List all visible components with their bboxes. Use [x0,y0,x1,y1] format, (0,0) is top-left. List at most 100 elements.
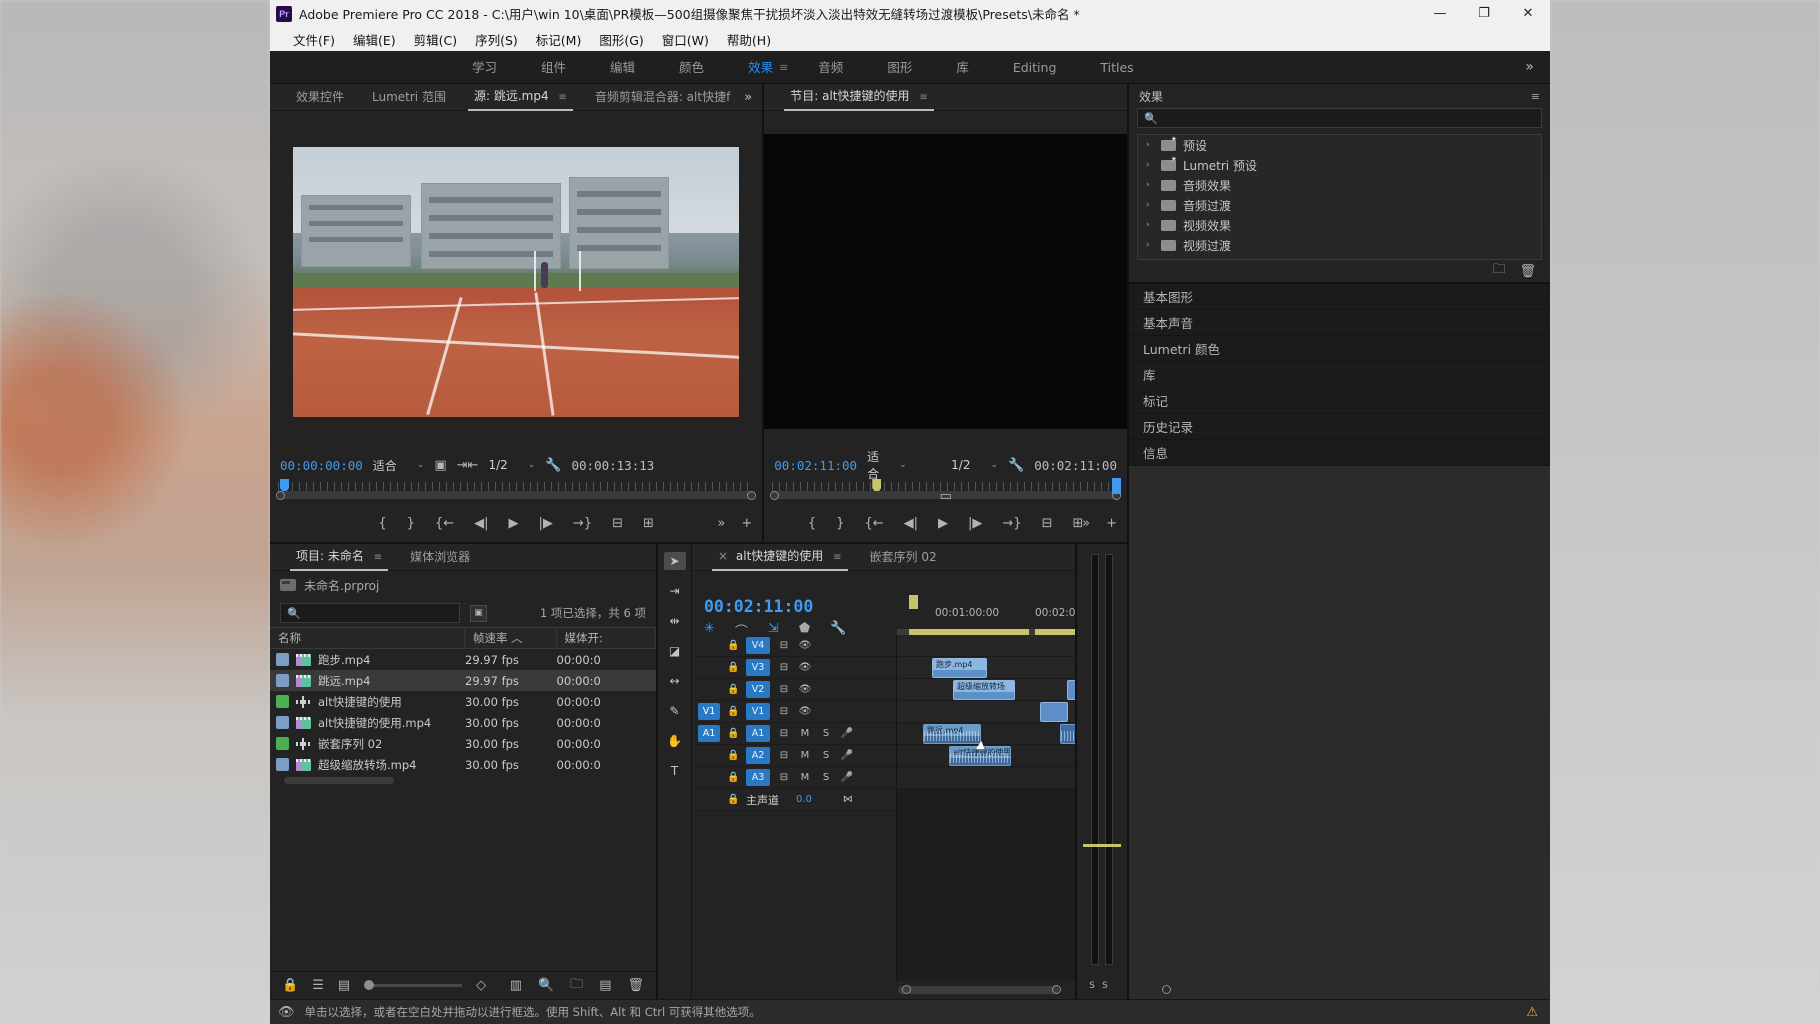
sync-lock-icon[interactable]: ⊟ [777,684,791,695]
microphone-icon[interactable]: 🎤 [840,728,854,739]
new-bin-icon[interactable]: 🗀 [570,975,583,997]
lock-icon[interactable]: 🔒 [727,706,739,717]
workspace-tab-libraries[interactable]: 库 [934,51,991,84]
zoom-slider-knob[interactable] [364,980,375,990]
chevron-right-icon[interactable]: › [1146,240,1154,250]
microphone-icon[interactable]: 🎤 [840,750,854,761]
go-to-in-icon[interactable]: {← [435,516,454,531]
track-name-v3[interactable]: V3 [746,659,770,676]
track-output-eye-icon[interactable]: 👁 [798,662,812,673]
source-patch-v3[interactable] [698,659,720,676]
thumbnail-zoom-slider[interactable] [364,980,463,990]
chevron-right-icon[interactable]: › [1146,140,1154,150]
lock-icon[interactable]: 🔒 [727,684,739,695]
effects-search-input[interactable]: 🔍 [1137,108,1542,128]
source-video-stage[interactable] [270,111,763,452]
solo-track-button[interactable]: S [819,772,833,783]
effects-item-lumetri-presets[interactable]: › Lumetri 预设 [1138,155,1541,175]
panel-tab-lumetri-color[interactable]: Lumetri 颜色 [1129,336,1550,362]
menu-graphics[interactable]: 图形(G) [590,28,652,51]
timeline-clip[interactable]: 跑步.mp4 [932,658,987,678]
export-frame-camera-icon[interactable]: ▭ [939,489,951,504]
tab-source-monitor[interactable]: 源: 跳远.mp4 ≡ [460,83,581,111]
chevron-right-icon[interactable]: › [1146,180,1154,190]
track-output-eye-icon[interactable]: 👁 [798,684,812,695]
wrench-icon[interactable]: 🔧 [545,458,561,473]
table-row[interactable]: alt快捷键的使用 30.00 fps 00:00:0 [270,691,656,712]
mute-track-button[interactable]: M [798,772,812,783]
panel-tab-info[interactable]: 信息 [1129,440,1550,466]
track-header-v3[interactable]: 🔒 V3 ⊟ 👁 [692,657,896,679]
chevron-right-icon[interactable]: › [1146,160,1154,170]
source-transport-overflow-icon[interactable]: » [717,516,725,531]
project-horizontal-scrollbar[interactable] [284,777,394,784]
source-scrub-area[interactable] [270,478,762,504]
source-zoom-handle-right[interactable] [747,491,757,500]
tab-project[interactable]: 项目: 未命名 ≡ [282,543,396,571]
track-name-v1[interactable]: V1 [746,703,770,720]
table-row[interactable]: 跳远.mp4 29.97 fps 00:00:0 [270,670,656,691]
icon-view-icon[interactable]: ▤ [338,978,350,993]
go-to-in-icon[interactable]: {← [864,516,883,531]
workspace-tab-learning[interactable]: 学习 [450,51,519,84]
program-video-stage[interactable] [764,111,1127,452]
wrench-icon[interactable]: 🔧 [1008,458,1024,473]
go-to-out-icon[interactable]: →} [573,516,592,531]
timeline-clip[interactable]: 跳远.mp4 [923,724,981,744]
ripple-edit-tool[interactable]: ⇹ [664,612,686,630]
table-row[interactable]: 超级缩放转场.mp4 30.00 fps 00:00:0 [270,754,656,775]
track-header-v2[interactable]: 🔒 V2 ⊟ 👁 [692,679,896,701]
lock-icon[interactable]: 🔒 [727,750,739,761]
find-icon[interactable]: 🔍 [538,975,554,997]
solo-track-button[interactable]: S [819,728,833,739]
source-resolution-dropdown[interactable]: 1/2 ⌄ [488,458,535,472]
panel-tab-essential-graphics[interactable]: 基本图形 [1129,284,1550,310]
solo-track-button[interactable]: S [819,750,833,761]
workspace-tab-audio[interactable]: 音频 [796,51,865,84]
timeline-canvas[interactable]: 跑步.mp4 超级缩放转场 跳远.mp4 [897,635,1075,981]
export-frame-icon[interactable]: ▣ [434,458,446,473]
timeline-playhead-timecode[interactable]: 00:02:11:00 [704,597,813,616]
menu-file[interactable]: 文件(F) [284,28,344,51]
program-current-timecode[interactable]: 00:02:11:00 [774,458,857,473]
menu-help[interactable]: 帮助(H) [718,28,780,51]
track-select-tool[interactable]: ⇥ [664,582,686,600]
panel-tab-essential-sound[interactable]: 基本声音 [1129,310,1550,336]
timeline-time-ruler[interactable]: 00:01:00:00 00:02:00:00 [897,595,1099,629]
effects-item-presets[interactable]: › 预设 [1138,135,1541,155]
selection-tool[interactable]: ➤ [663,552,686,570]
wrench-icon[interactable]: 🔧 [830,621,846,640]
play-icon[interactable]: ▶ [509,516,519,531]
tab-sequence-menu-icon[interactable]: ≡ [833,552,841,563]
overwrite-icon[interactable]: ⊞ [643,516,654,531]
source-patch-v2[interactable] [698,681,720,698]
tab-media-browser[interactable]: 媒体浏览器 [396,544,484,570]
maximize-button[interactable]: ❐ [1462,0,1506,27]
menu-sequence[interactable]: 序列(S) [466,28,527,51]
track-name-a1[interactable]: A1 [746,725,770,742]
tab-source-menu-icon[interactable]: ≡ [558,92,566,103]
tab-program-monitor[interactable]: 节目: alt快捷键的使用 ≡ [776,83,941,111]
track-name-a2[interactable]: A2 [746,747,770,764]
timeline-zoom-handle-left[interactable] [902,985,911,994]
lift-icon[interactable]: ⊟ [1042,516,1053,531]
lock-icon[interactable]: 🔒 [282,978,298,993]
track-name-a3[interactable]: A3 [746,769,770,786]
warning-icon[interactable]: ⚠ [1526,1005,1538,1020]
program-transport-overflow-icon[interactable]: » [1082,516,1090,531]
sync-lock-icon[interactable]: ⊟ [777,640,791,651]
sync-lock-icon[interactable]: ⊟ [777,706,791,717]
track-header-master[interactable]: 🔒 主声道 0.0 ⋈ [692,789,896,811]
program-out-point-marker[interactable] [1112,478,1121,494]
timeline-clip[interactable]: alt快捷键的使用 [949,746,1011,766]
mute-track-button[interactable]: M [798,750,812,761]
step-forward-icon[interactable]: |▶ [968,516,982,531]
workspace-tab-titles[interactable]: Titles [1078,51,1155,84]
source-zoom-handle-left[interactable] [276,491,285,500]
mute-track-button[interactable]: M [798,728,812,739]
track-output-eye-icon[interactable]: 👁 [798,706,812,717]
chevron-right-icon[interactable]: › [1146,200,1154,210]
effects-panel-menu-icon[interactable]: ≡ [1531,90,1540,103]
snap-in-timeline-icon[interactable]: ✳ [704,621,715,640]
track-lane-a3[interactable] [897,767,1075,789]
